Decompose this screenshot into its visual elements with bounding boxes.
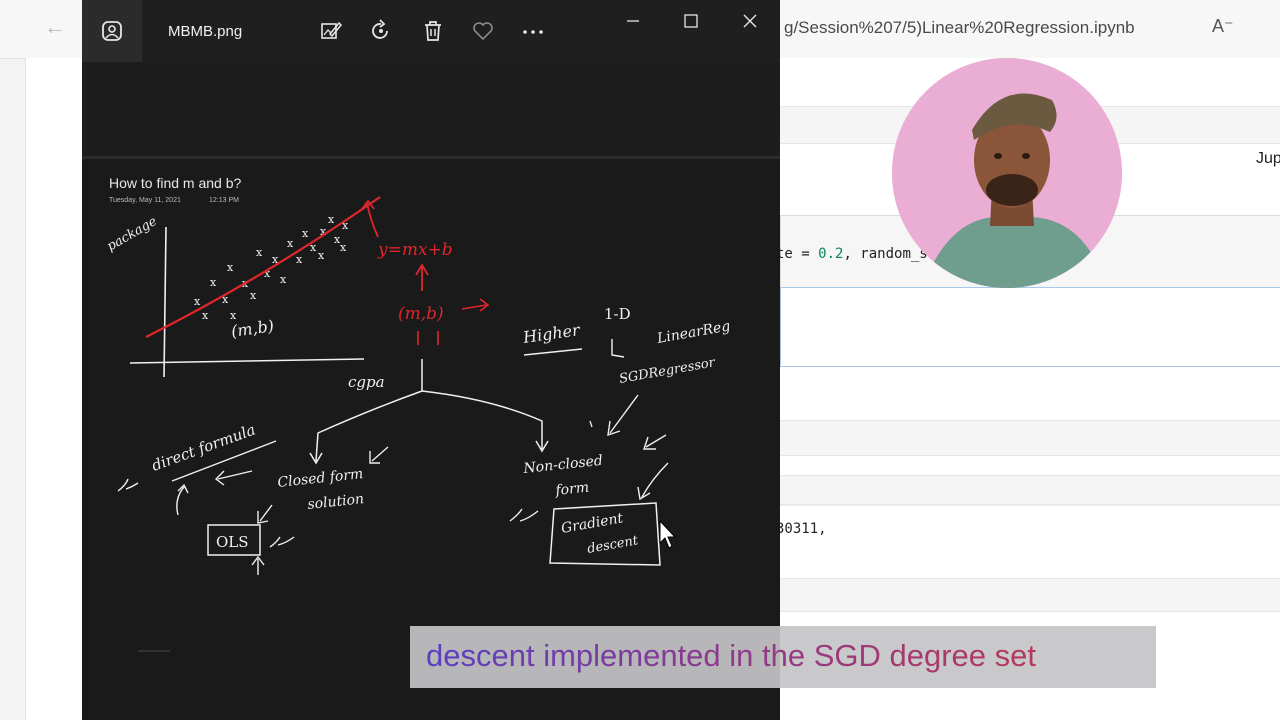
title-bar: MBMB.png [82,0,780,62]
svg-text:x: x [328,213,335,226]
output-cell [780,505,1280,576]
presenter-avatar [892,58,1122,288]
ols-text: OLS [216,533,249,551]
direct-formula-text: direct formula [149,421,258,475]
photos-app-icon [82,0,142,62]
small-dot [589,420,593,428]
xlabel-text: cgpa [348,373,385,391]
more-icon[interactable] [520,18,546,44]
code-number: 0.2 [818,246,844,262]
svg-text:x: x [202,309,209,322]
svg-text:x: x [302,227,309,240]
red-arrow-right [461,298,490,312]
closed-form-text: Closed form [277,466,364,491]
mouse-cursor-icon [659,519,677,549]
svg-text:x: x [210,276,217,289]
minimize-icon[interactable] [622,10,644,32]
hook-1 [611,339,625,358]
caption-text: descent implemented in the SGD degree se… [426,638,1037,673]
file-name: MBMB.png [168,23,243,40]
output-text: 30311, [776,521,827,537]
svg-text:x: x [287,237,294,250]
photos-viewer-window: MBMB.png How to find m and b? Tuesday, M [82,0,780,720]
red-ticks [417,331,439,345]
empty-cell[interactable] [780,475,1280,505]
empty-cell[interactable] [780,578,1280,612]
favorite-icon[interactable] [470,18,496,44]
solution-text: solution [307,491,365,513]
higher-text: Higher [521,320,582,347]
form-text: form [554,480,590,500]
svg-text:x: x [296,253,303,266]
regression-line [145,196,381,338]
one-d-text: 1-D [604,305,631,323]
delete-icon[interactable] [420,18,446,44]
svg-text:x: x [227,261,234,274]
svg-text:x: x [256,246,263,259]
x-axis [129,358,365,364]
code-prefix: te = [776,246,819,262]
curved-arrow-up [176,483,189,516]
svg-text:x: x [280,273,287,286]
sgd-reg-text: SGDRegressor [618,355,717,387]
arrow-under-ols [251,555,265,575]
read-aloud-icon[interactable]: A⁻ [1212,16,1234,37]
check-mark-ols [269,536,295,548]
close-icon[interactable] [739,10,761,32]
rotate-icon[interactable] [368,18,394,44]
arrow-sgd-down [607,394,639,437]
red-arrow-up [361,199,379,238]
svg-text:x: x [340,241,347,254]
maximize-icon[interactable] [680,10,702,32]
check-mark-left [117,478,139,492]
descent-text: descent [586,533,640,557]
jupyter-logo-text: Jup [1256,150,1280,167]
params-white-text: (m,b) [230,316,275,341]
empty-cell[interactable] [780,420,1280,456]
ylabel-text: package [105,214,160,255]
arrow-to-gd [637,462,669,501]
edit-image-icon[interactable] [318,18,344,44]
back-arrow-icon[interactable]: ← [44,14,66,40]
check-mark-gd [509,508,539,522]
higher-underline [523,348,583,356]
arrow-to-formula [214,470,253,486]
arrow-to-nonclosed [643,434,667,450]
address-bar-url[interactable]: g/Session%207/5)Linear%20Regression.ipyn… [784,18,1135,38]
equation-text: y=mx+b [377,240,453,260]
presenter-beard [986,174,1038,206]
params-red-text: (m,b) [398,304,444,324]
gradient-text: Gradient [560,510,625,537]
svg-text:x: x [318,249,325,262]
tree-left-branch [309,390,423,465]
svg-text:x: x [230,309,237,322]
selected-cell[interactable] [780,287,1280,367]
tree-right-branch [421,390,549,453]
arrow-to-closed [369,446,389,464]
subtitle-caption: descent implemented in the SGD degree se… [410,626,1156,688]
red-arrow-eq [415,263,429,291]
svg-text:x: x [250,289,257,302]
non-closed-text: Non-closed [522,453,604,477]
linear-reg-text: LinearReg [655,318,732,347]
y-axis [163,226,167,378]
svg-text:x: x [194,295,201,308]
arrow-to-ols [257,504,273,524]
